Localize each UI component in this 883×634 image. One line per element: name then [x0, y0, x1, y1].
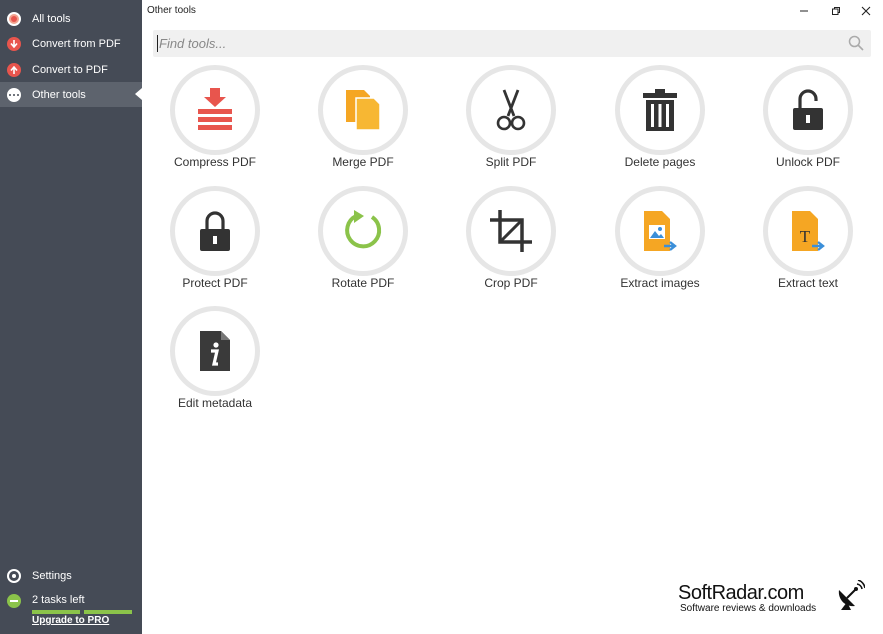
sidebar: All tools Convert from PDF Convert to PD…	[0, 0, 142, 634]
search-input[interactable]	[153, 30, 843, 57]
sidebar-item-all-tools[interactable]: All tools	[0, 6, 142, 31]
gear-icon	[7, 569, 21, 583]
tool-crop-pdf[interactable]: Crop PDF	[446, 186, 576, 301]
merge-icon	[318, 65, 408, 155]
text-caret	[157, 35, 158, 52]
sidebar-item-label: All tools	[32, 12, 71, 25]
close-button[interactable]	[851, 0, 881, 22]
tool-label: Split PDF	[485, 155, 537, 169]
tool-extract-images[interactable]: Extract images	[595, 186, 725, 301]
arrow-down-icon	[7, 36, 21, 51]
tool-label: Extract images	[620, 276, 700, 290]
sidebar-item-convert-from-pdf[interactable]: Convert from PDF	[0, 31, 142, 56]
sidebar-item-label: Convert to PDF	[32, 63, 108, 76]
key-icon	[7, 594, 21, 608]
tool-split-pdf[interactable]: Split PDF	[446, 65, 576, 180]
arrow-up-icon	[7, 62, 21, 77]
tool-label: Unlock PDF	[775, 155, 840, 169]
close-icon	[861, 6, 871, 16]
scissors-icon	[466, 65, 556, 155]
unlock-icon	[763, 65, 853, 155]
sidebar-item-other-tools[interactable]: Other tools	[0, 82, 142, 107]
tool-unlock-pdf[interactable]: Unlock PDF	[743, 65, 873, 180]
trash-icon	[615, 65, 705, 155]
settings-button[interactable]: Settings	[0, 566, 142, 586]
title-bar: Other tools	[142, 0, 883, 24]
sidebar-item-label: Other tools	[32, 88, 86, 101]
restore-button[interactable]	[821, 0, 851, 22]
search-icon[interactable]	[848, 35, 864, 51]
watermark-title: SoftRadar.com	[678, 582, 804, 604]
all-tools-icon	[7, 11, 21, 26]
more-dots-icon	[7, 87, 21, 102]
task-progress-bar	[84, 610, 132, 614]
compress-icon	[170, 65, 260, 155]
upgrade-to-pro-link[interactable]: Upgrade to PRO	[32, 615, 109, 626]
tool-label: Delete pages	[624, 155, 696, 169]
restore-icon	[832, 7, 840, 15]
tool-label: Merge PDF	[332, 155, 394, 169]
extract-images-icon	[615, 186, 705, 276]
tool-edit-metadata[interactable]: Edit metadata	[150, 306, 280, 421]
lock-icon	[170, 186, 260, 276]
tasks-left-label: 2 tasks left	[32, 594, 85, 606]
tool-label: Compress PDF	[173, 155, 256, 169]
svg-text:T: T	[800, 227, 811, 246]
tool-protect-pdf[interactable]: Protect PDF	[150, 186, 280, 301]
tool-merge-pdf[interactable]: Merge PDF	[298, 65, 428, 180]
tool-rotate-pdf[interactable]: Rotate PDF	[298, 186, 428, 301]
tool-label: Rotate PDF	[331, 276, 395, 290]
minimize-button[interactable]	[789, 0, 819, 22]
softradar-watermark: SoftRadar.com Software reviews & downloa…	[678, 580, 878, 622]
tool-compress-pdf[interactable]: Compress PDF	[150, 65, 280, 180]
tool-label: Crop PDF	[484, 276, 538, 290]
tool-label: Extract text	[777, 276, 839, 290]
tool-extract-text[interactable]: T Extract text	[743, 186, 873, 301]
watermark-subtitle: Software reviews & downloads	[680, 603, 817, 614]
minimize-icon	[800, 10, 808, 12]
sidebar-item-label: Convert from PDF	[32, 37, 121, 50]
extract-text-icon: T	[763, 186, 853, 276]
crop-icon	[466, 186, 556, 276]
search-bar	[153, 30, 871, 57]
rotate-icon	[318, 186, 408, 276]
tool-label: Edit metadata	[177, 396, 253, 410]
tool-delete-pages[interactable]: Delete pages	[595, 65, 725, 180]
tool-label: Protect PDF	[182, 276, 248, 290]
info-icon	[170, 306, 260, 396]
settings-label: Settings	[32, 570, 72, 582]
window-title: Other tools	[147, 5, 196, 16]
task-progress-bar	[32, 610, 80, 614]
tasks-panel: 2 tasks left Upgrade to PRO	[0, 592, 142, 632]
sidebar-item-convert-to-pdf[interactable]: Convert to PDF	[0, 57, 142, 82]
satellite-dish-icon	[838, 580, 865, 610]
